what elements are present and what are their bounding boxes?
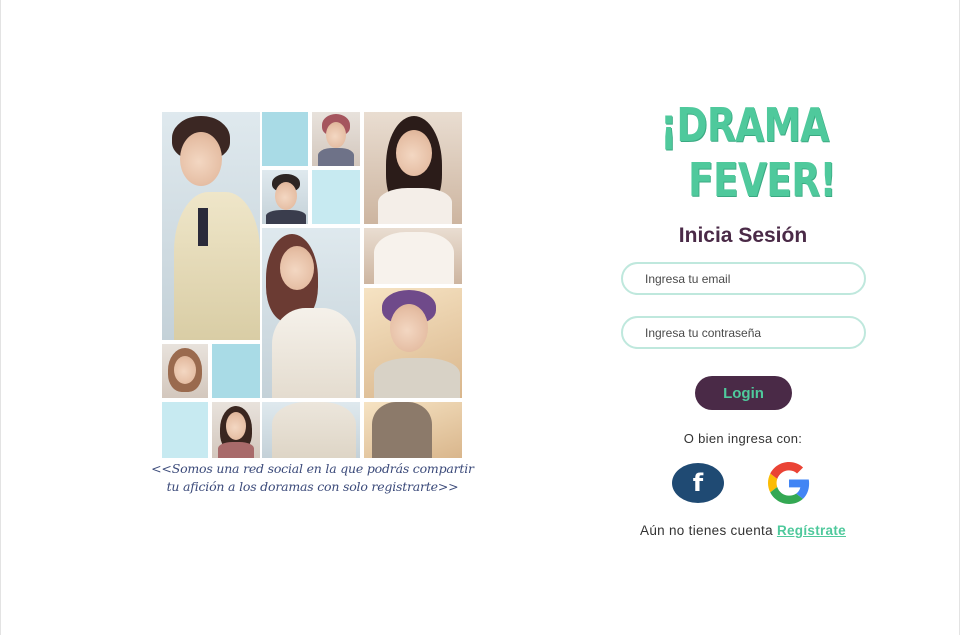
collage-photo-woman-center bbox=[262, 228, 360, 398]
collage-square bbox=[162, 402, 208, 458]
collage-photo-man-left bbox=[162, 112, 260, 340]
collage-photo-woman-center-bottom bbox=[262, 402, 360, 458]
email-field[interactable] bbox=[621, 262, 866, 295]
collage-photo-woman-bottom bbox=[212, 402, 260, 458]
no-account-text: Aún no tienes cuenta bbox=[640, 523, 777, 538]
page-title: Inicia Sesión bbox=[678, 224, 808, 247]
logo-line-1: ¡DRAMA bbox=[660, 98, 829, 152]
collage-square bbox=[262, 112, 308, 166]
collage-square bbox=[212, 344, 260, 398]
caption-line-2: tu afición a los doramas con solo regist… bbox=[166, 479, 459, 494]
facebook-glyph: f bbox=[692, 469, 704, 497]
caption-line-1: <<Somos una red social en la que podrás … bbox=[151, 461, 474, 476]
facebook-login-button[interactable]: f bbox=[672, 463, 724, 503]
logo-line-2: FEVER! bbox=[688, 153, 837, 207]
drama-collage bbox=[162, 112, 462, 458]
collage-caption: <<Somos una red social en la que podrás … bbox=[150, 460, 475, 496]
login-button[interactable]: Login bbox=[695, 376, 792, 410]
facebook-icon: f bbox=[672, 463, 724, 503]
google-icon bbox=[768, 462, 810, 504]
collage-photo-woman-small-left bbox=[162, 344, 208, 398]
password-field[interactable] bbox=[621, 316, 866, 349]
google-login-button[interactable] bbox=[763, 462, 815, 504]
alternative-login-text: O bien ingresa con: bbox=[683, 431, 803, 446]
collage-photo-man-small bbox=[312, 112, 360, 166]
signup-row: Aún no tienes cuenta Regístrate bbox=[580, 523, 906, 538]
collage-photo-woman-dress bbox=[364, 228, 462, 284]
collage-photo-man-mid bbox=[262, 170, 308, 224]
collage-photo-man-right bbox=[364, 288, 462, 398]
collage-photo-woman-top bbox=[364, 112, 462, 224]
signup-link[interactable]: Regístrate bbox=[777, 523, 846, 538]
drama-fever-logo: ¡DRAMA FEVER! bbox=[655, 98, 837, 216]
collage-square bbox=[312, 170, 360, 224]
collage-photo-man-right-bottom bbox=[364, 402, 462, 458]
